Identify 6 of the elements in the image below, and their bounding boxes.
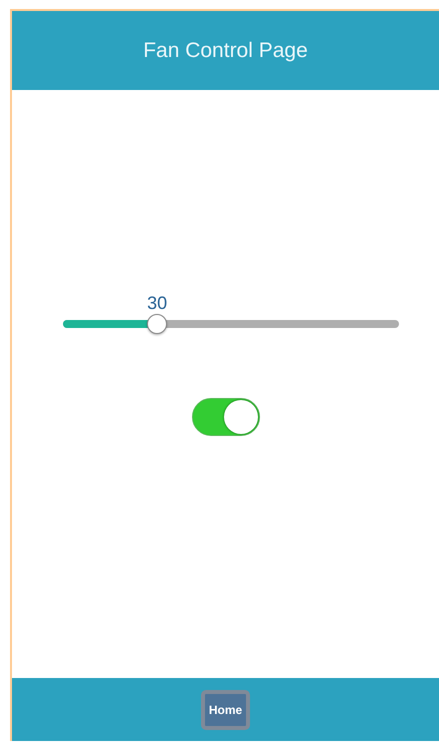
toggle-switch[interactable] [192, 398, 260, 436]
slider-thumb[interactable] [147, 314, 168, 334]
slider-track[interactable] [63, 320, 399, 328]
slider-value: 30 [147, 293, 168, 314]
home-button[interactable]: Home [200, 690, 250, 730]
page-title: Fan Control Page [143, 38, 308, 62]
